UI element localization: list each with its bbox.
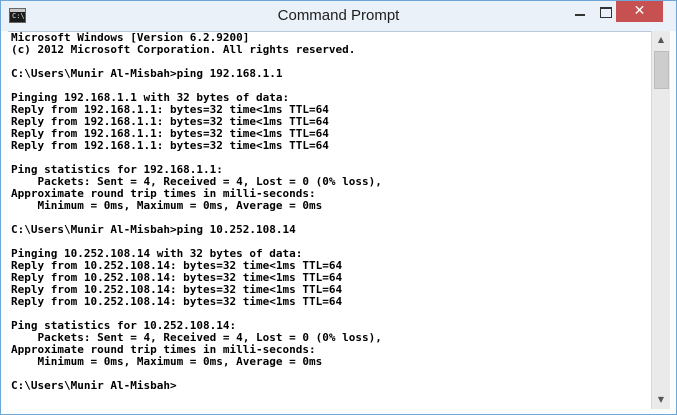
console-line: Reply from 192.168.1.1: bytes=32 time<1m… — [11, 139, 329, 152]
minimize-icon — [575, 14, 585, 16]
console-line: (c) 2012 Microsoft Corporation. All righ… — [11, 43, 356, 56]
console-line: Minimum = 0ms, Maximum = 0ms, Average = … — [11, 199, 323, 212]
console-line: Reply from 10.252.108.14: bytes=32 time<… — [11, 295, 343, 308]
triangle-down-icon: ▼ — [657, 395, 665, 404]
console-output: Microsoft Windows [Version 6.2.9200] (c) … — [8, 32, 651, 392]
command-prompt-window: C:\ Command Prompt ✕ Microsoft Windows [… — [0, 0, 677, 415]
console-line: C:\Users\Munir Al-Misbah> — [11, 379, 177, 392]
console-line: C:\Users\Munir Al-Misbah>ping 192.168.1.… — [11, 67, 283, 80]
vertical-scrollbar[interactable]: ▲ ▼ — [651, 31, 670, 409]
scroll-down-button[interactable]: ▼ — [652, 391, 670, 409]
minimize-button[interactable] — [567, 1, 593, 22]
scroll-up-button[interactable]: ▲ — [652, 31, 670, 49]
maximize-icon — [600, 7, 612, 18]
title-bar[interactable]: C:\ Command Prompt ✕ — [1, 1, 676, 31]
console-area[interactable]: Microsoft Windows [Version 6.2.9200] (c) … — [8, 31, 651, 410]
console-line: Minimum = 0ms, Maximum = 0ms, Average = … — [11, 355, 323, 368]
scrollbar-thumb[interactable] — [654, 51, 669, 89]
close-icon: ✕ — [633, 3, 646, 19]
console-line: C:\Users\Munir Al-Misbah>ping 10.252.108… — [11, 223, 296, 236]
triangle-up-icon: ▲ — [657, 35, 665, 44]
close-button[interactable]: ✕ — [616, 1, 663, 22]
